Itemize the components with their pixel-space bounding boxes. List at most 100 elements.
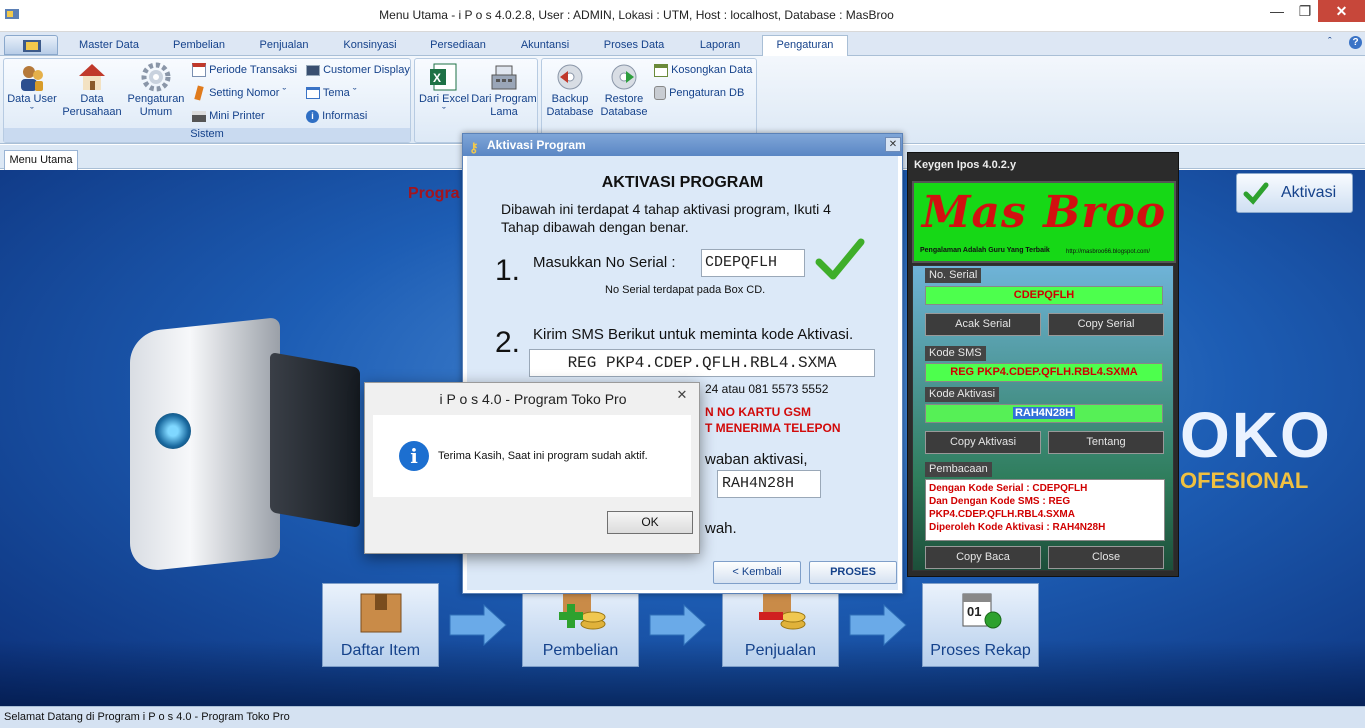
tab-proses-data[interactable]: Proses Data <box>594 36 674 56</box>
no-serial-field[interactable]: CDEPQFLH <box>925 286 1163 305</box>
activation-dialog-titlebar: ⚷ Aktivasi Program <box>463 134 902 156</box>
penjualan-button[interactable]: Penjualan <box>722 583 839 667</box>
pengaturan-db-label: Pengaturan DB <box>669 87 745 99</box>
flow-arrow-icon <box>449 603 507 647</box>
house-icon <box>79 64 105 90</box>
pembacaan-label: Pembacaan <box>925 462 992 477</box>
kembali-button[interactable]: < Kembali <box>713 561 801 584</box>
setting-nomor-button[interactable]: Setting Nomor ˇ <box>192 84 286 102</box>
restore-disk-icon <box>611 64 637 90</box>
printer-icon <box>192 110 206 122</box>
data-user-label: Data User <box>7 93 57 105</box>
help-icon[interactable]: ? <box>1349 36 1362 49</box>
serial-input[interactable]: CDEPQFLH <box>701 249 805 277</box>
tentang-button[interactable]: Tentang <box>1048 431 1164 454</box>
activation-close-icon[interactable]: ✕ <box>885 137 901 152</box>
calendar-gear-icon: 01 <box>962 593 1001 629</box>
daftar-item-button[interactable]: Daftar Item <box>322 583 439 667</box>
step2-number: 2. <box>495 326 521 359</box>
status-bar: Selamat Datang di Program i P o s 4.0 - … <box>0 706 1365 728</box>
penjualan-label: Penjualan <box>744 642 817 659</box>
dari-excel-button[interactable]: X Dari Excel ˇ <box>417 61 471 127</box>
copy-baca-button[interactable]: Copy Baca <box>925 546 1041 569</box>
tab-persediaan[interactable]: Persediaan <box>420 36 496 56</box>
warning-line-2: T MENERIMA TELEPON <box>705 421 841 435</box>
kode-aktivasi-field[interactable]: RAH4N28H <box>925 404 1163 423</box>
kode-sms-label: Kode SMS <box>925 346 986 361</box>
logo-tagline: Pengalaman Adalah Guru Yang Terbaik <box>920 247 1050 254</box>
pembacaan-line-1: Dengan Kode Serial : CDEPQFLH <box>929 483 1088 494</box>
no-serial-label: No. Serial <box>925 268 982 283</box>
tab-penjualan[interactable]: Penjualan <box>248 36 320 56</box>
tema-label: Tema <box>322 87 350 99</box>
keygen-body: No. Serial CDEPQFLH Acak Serial Copy Ser… <box>912 265 1174 571</box>
ribbon-tabs: Master Data Pembelian Penjualan Konsinya… <box>0 32 1365 57</box>
tab-konsinyasi[interactable]: Konsinyasi <box>332 36 408 56</box>
computer-monitor-image <box>270 352 360 528</box>
sale-coins-icon <box>758 592 805 630</box>
dari-excel-label: Dari Excel <box>418 93 470 105</box>
sms-code-field[interactable]: REG PKP4.CDEP.QFLH.RBL4.SXMA <box>529 349 875 377</box>
flow-arrow-icon <box>649 603 707 647</box>
profesional-logo-text: OFESIONAL <box>1180 468 1309 493</box>
tab-laporan[interactable]: Laporan <box>688 36 752 56</box>
flow-arrow-icon <box>849 603 907 647</box>
data-user-button[interactable]: Data User ˇ <box>6 61 58 127</box>
pembelian-button[interactable]: Pembelian <box>522 583 639 667</box>
minimize-icon[interactable]: — <box>1262 0 1292 24</box>
background-shade <box>0 640 1365 706</box>
tab-pengaturan[interactable]: Pengaturan <box>762 35 848 57</box>
dari-program-lama-button[interactable]: Dari Program Lama <box>471 61 537 127</box>
tab-akuntansi[interactable]: Akuntansi <box>508 36 582 56</box>
calendar-icon <box>192 63 206 78</box>
backup-disk-icon <box>557 64 583 90</box>
cash-register-icon <box>491 65 517 90</box>
logo-url: http://masbroo66.blogspot.com/ <box>1066 249 1151 255</box>
activation-code-input[interactable]: RAH4N28H <box>717 470 821 498</box>
tab-master-data[interactable]: Master Data <box>68 36 150 56</box>
proses-button[interactable]: PROSES <box>809 561 897 584</box>
tab-pembelian[interactable]: Pembelian <box>162 36 236 56</box>
tab-menu-utama[interactable]: Menu Utama <box>4 150 78 170</box>
kosongkan-data-button[interactable]: Kosongkan Data <box>654 61 752 79</box>
backup-label-2: Database <box>546 106 594 118</box>
step3-text: waban aktivasi, <box>705 451 808 468</box>
proses-rekap-button[interactable]: 01 Proses Rekap <box>922 583 1039 667</box>
acak-serial-button[interactable]: Acak Serial <box>925 313 1041 336</box>
kode-aktivasi-label: Kode Aktivasi <box>925 387 1000 402</box>
step4-text: wah. <box>705 520 737 537</box>
restore-database-button[interactable]: Restore Database <box>598 61 650 127</box>
step2-label: Kirim SMS Berikut untuk meminta kode Akt… <box>533 326 854 343</box>
backup-database-button[interactable]: Backup Database <box>544 61 596 127</box>
dropdown-arrow-icon: ˇ <box>30 106 34 118</box>
aktivasi-button[interactable]: Aktivasi <box>1236 173 1353 213</box>
activation-dialog-title: Aktivasi Program <box>487 138 586 152</box>
copy-aktivasi-button[interactable]: Copy Aktivasi <box>925 431 1041 454</box>
pembacaan-box: Dengan Kode Serial : CDEPQFLH Dan Dengan… <box>925 479 1165 541</box>
data-perusahaan-label-2: Perusahaan <box>62 106 122 118</box>
data-perusahaan-button[interactable]: Data Perusahaan <box>62 61 122 127</box>
ribbon-collapse-icon[interactable]: ˆ <box>1328 36 1332 48</box>
pengaturan-umum-button[interactable]: Pengaturan Umum <box>126 61 186 127</box>
ok-button[interactable]: OK <box>607 511 693 534</box>
customer-display-button[interactable]: Customer Display <box>306 61 410 79</box>
pengaturan-umum-label-2: Umum <box>139 106 173 118</box>
dari-program-label-1: Dari Program <box>471 93 537 105</box>
periode-transaksi-button[interactable]: Periode Transaksi <box>192 61 297 79</box>
informasi-button[interactable]: i Informasi <box>306 107 367 125</box>
mini-printer-button[interactable]: Mini Printer <box>192 107 265 125</box>
keygen-close-button[interactable]: Close <box>1048 546 1164 569</box>
keygen-logo: Mas Broo Pengalaman Adalah Guru Yang Ter… <box>912 181 1176 263</box>
kode-sms-field[interactable]: REG PKP4.CDEP.QFLH.RBL4.SXMA <box>925 363 1163 382</box>
app-menu-button[interactable] <box>4 35 58 55</box>
close-icon[interactable]: ✕ <box>1318 0 1365 22</box>
message-box-close-icon[interactable]: ✕ <box>669 386 695 404</box>
copy-serial-button[interactable]: Copy Serial <box>1048 313 1164 336</box>
restore-label-2: Database <box>600 106 648 118</box>
tema-button[interactable]: Tema ˇ <box>306 84 357 102</box>
dropdown-arrow-icon: ˇ <box>442 106 446 118</box>
warning-line-1: N NO KARTU GSM <box>705 405 811 419</box>
svg-text:X: X <box>433 71 441 85</box>
pengaturan-db-button[interactable]: Pengaturan DB <box>654 84 744 102</box>
maximize-icon[interactable]: ❐ <box>1290 0 1320 24</box>
